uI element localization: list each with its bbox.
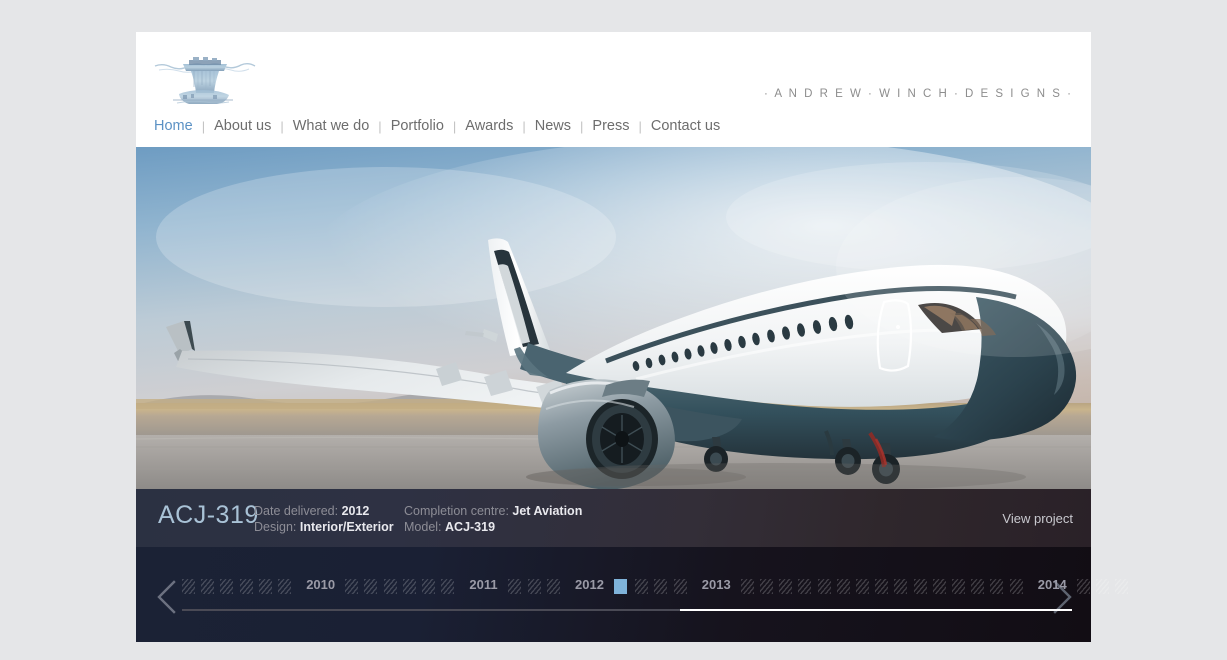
project-meta-column-right: Completion centre: Jet Aviation Model: A…	[404, 503, 582, 535]
timeline-tick[interactable]	[278, 579, 291, 594]
chevron-left-icon[interactable]	[154, 579, 180, 615]
project-meta-column-left: Date delivered: 2012 Design: Interior/Ex…	[254, 503, 394, 535]
timeline-year-label-2010[interactable]: 2010	[306, 577, 335, 592]
timeline-tick[interactable]	[546, 579, 560, 594]
nav-separator: |	[201, 118, 206, 134]
nav-separator: |	[638, 118, 642, 134]
timeline-tick[interactable]	[1009, 579, 1023, 594]
nav-separator: |	[378, 118, 382, 134]
meta-value-design: Interior/Exterior	[299, 520, 394, 534]
timeline-year-label-2012[interactable]: 2012	[575, 577, 604, 592]
timeline-year-label-2011[interactable]: 2011	[469, 577, 497, 592]
meta-label-design: Design:	[254, 520, 297, 534]
timeline-tick[interactable]	[1115, 579, 1129, 594]
nav-item-portfolio[interactable]: Portfolio	[390, 118, 445, 134]
timeline-tick[interactable]	[258, 579, 272, 594]
project-title: ACJ-319	[158, 501, 259, 529]
timeline-tick[interactable]	[894, 579, 908, 594]
timeline-progress-fill	[680, 609, 1072, 611]
nav-separator: |	[580, 118, 584, 134]
timeline-year-label-2013[interactable]: 2013	[702, 577, 731, 592]
project-info-bar: ACJ-319 Date delivered: 2012 Design: Int…	[136, 489, 1091, 547]
timeline-tick[interactable]	[422, 579, 435, 594]
timeline-tick[interactable]	[836, 579, 850, 594]
nav-item-what-we-do[interactable]: What we do	[292, 118, 371, 134]
timeline-tick[interactable]	[345, 579, 359, 594]
timeline-tick[interactable]	[990, 579, 1004, 594]
timeline-tick-selected[interactable]	[614, 579, 627, 594]
timeline-year-label-2014[interactable]: 2014	[1038, 577, 1067, 592]
timeline-tick[interactable]	[779, 579, 793, 594]
nav-item-news[interactable]: News	[534, 118, 572, 134]
timeline-tick[interactable]	[971, 579, 985, 594]
timeline-tick[interactable]	[654, 579, 668, 594]
site-header: · A N D R E W · W I N C H · D E S I G N …	[136, 32, 1091, 147]
nav-item-contact-us[interactable]: Contact us	[650, 118, 721, 134]
timeline-tick[interactable]	[1076, 579, 1090, 594]
timeline-progress-track[interactable]	[182, 609, 1072, 611]
timeline-tick[interactable]	[1096, 579, 1109, 594]
nav-separator: |	[452, 118, 457, 134]
hero-image-airplane-photo[interactable]	[136, 147, 1091, 489]
timeline-tick[interactable]	[364, 579, 378, 594]
timeline-tick[interactable]	[952, 579, 965, 594]
timeline-track[interactable]: 2010 2011 2012 2013 2014	[182, 575, 1129, 599]
main-navigation: Home | About us | What we do | Portfolio…	[153, 118, 721, 134]
timeline-tick[interactable]	[856, 579, 869, 594]
timeline-tick[interactable]	[402, 579, 416, 594]
timeline-slider[interactable]: 2010 2011 2012 2013 2014	[136, 547, 1129, 642]
meta-label-date-delivered: Date delivered:	[254, 504, 339, 518]
timeline-tick[interactable]	[220, 579, 234, 594]
meta-label-model: Model:	[404, 520, 442, 534]
view-project-link[interactable]: View project	[1002, 511, 1073, 526]
timeline-tick[interactable]	[527, 579, 541, 594]
timeline-tick[interactable]	[508, 579, 522, 594]
meta-value-date-delivered: 2012	[341, 504, 370, 518]
brand-wordmark: · A N D R E W · W I N C H · D E S I G N …	[764, 88, 1073, 100]
meta-row-model: Model: ACJ-319	[404, 519, 582, 535]
page-root: · A N D R E W · W I N C H · D E S I G N …	[0, 0, 1227, 660]
timeline-tick[interactable]	[740, 579, 754, 594]
nav-separator: |	[280, 118, 284, 134]
ship-watercolor-logo-icon[interactable]	[153, 50, 257, 112]
nav-item-home[interactable]: Home	[153, 118, 194, 134]
meta-row-design: Design: Interior/Exterior	[254, 519, 394, 535]
timeline-tick[interactable]	[182, 579, 195, 594]
timeline-tick[interactable]	[673, 579, 687, 594]
site-container: · A N D R E W · W I N C H · D E S I G N …	[136, 32, 1129, 642]
nav-item-awards[interactable]: Awards	[464, 118, 514, 134]
meta-row-date-delivered: Date delivered: 2012	[254, 503, 394, 519]
timeline-tick[interactable]	[201, 579, 215, 594]
timeline-tick[interactable]	[932, 579, 946, 594]
timeline-tick[interactable]	[383, 579, 397, 594]
meta-value-completion-centre: Jet Aviation	[512, 504, 583, 518]
meta-value-model: ACJ-319	[445, 520, 496, 534]
timeline-tick[interactable]	[913, 579, 927, 594]
meta-label-completion-centre: Completion centre:	[404, 504, 509, 518]
timeline-tick[interactable]	[635, 579, 649, 594]
timeline-tick[interactable]	[239, 579, 253, 594]
nav-separator: |	[522, 118, 526, 134]
timeline-tick[interactable]	[760, 579, 773, 594]
nav-item-press[interactable]: Press	[591, 118, 630, 134]
timeline-tick[interactable]	[798, 579, 812, 594]
timeline-tick[interactable]	[441, 579, 455, 594]
timeline-tick[interactable]	[875, 579, 889, 594]
nav-item-about-us[interactable]: About us	[213, 118, 272, 134]
timeline-tick[interactable]	[817, 579, 831, 594]
meta-row-completion-centre: Completion centre: Jet Aviation	[404, 503, 582, 519]
